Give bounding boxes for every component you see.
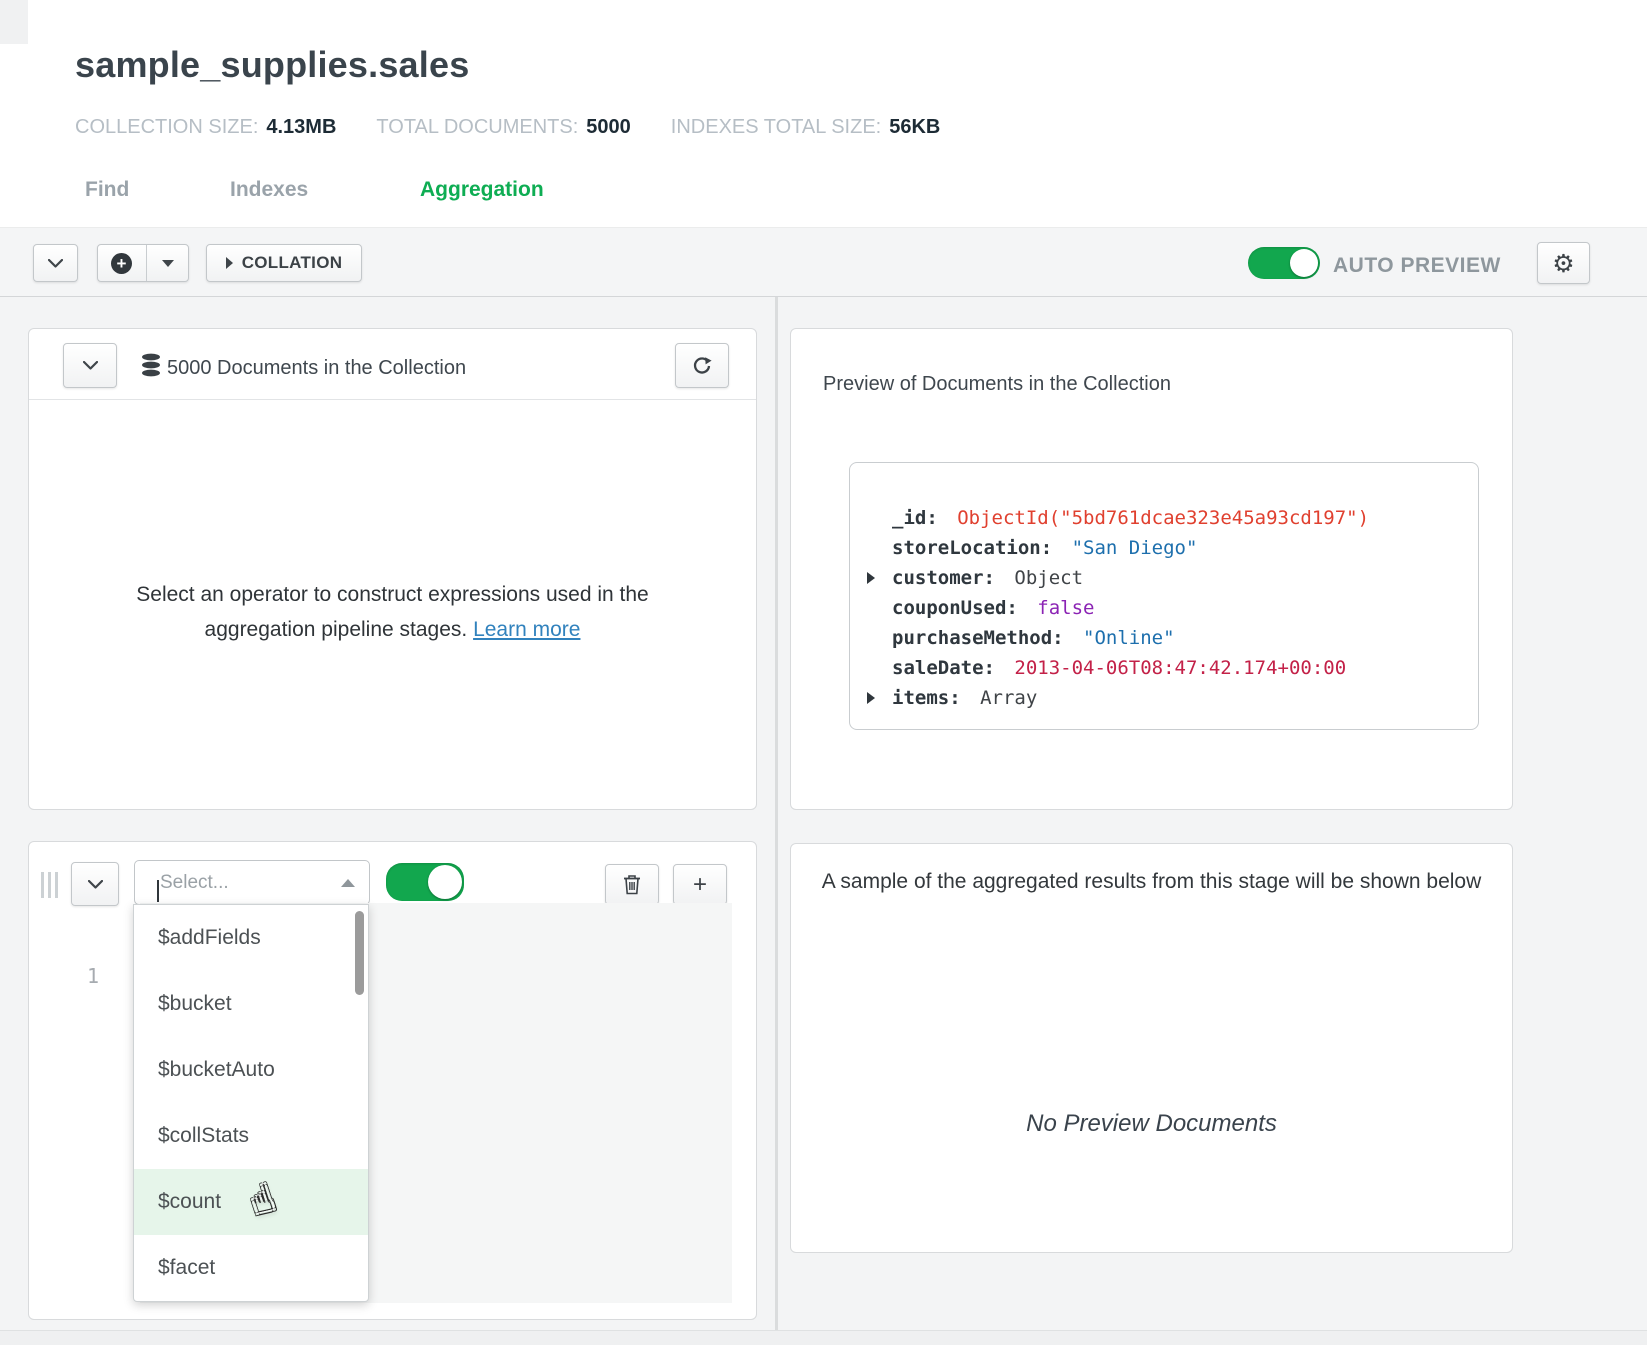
add-stage-split-button: + (97, 244, 189, 282)
document-field-row: items: Array (850, 683, 1478, 713)
helper-line2: aggregation pipeline stages. (205, 618, 468, 641)
dropdown-scrollbar[interactable] (355, 911, 364, 995)
add-stage-menu-button[interactable] (146, 245, 189, 281)
field-value: Object (1014, 567, 1083, 589)
field-key: _id: (892, 507, 938, 529)
field-key: storeLocation: (892, 537, 1052, 559)
stage-enabled-toggle[interactable] (386, 863, 464, 901)
operator-option[interactable]: $facet (134, 1235, 368, 1301)
operator-options: $addFields $bucket $bucketAuto $collStat… (134, 905, 368, 1301)
stage-preview-message: A sample of the aggregated results from … (791, 870, 1512, 894)
preview-documents-panel: Preview of Documents in the Collection _… (790, 328, 1513, 810)
field-key: customer: (892, 567, 995, 589)
helper-line1: Select an operator to construct expressi… (136, 583, 648, 606)
preview-panel-title: Preview of Documents in the Collection (823, 373, 1171, 396)
stat-indexes-size: INDEXES TOTAL SIZE: 56KB (671, 116, 941, 139)
field-value: ObjectId("5bd761dcae323e45a93cd197") (957, 507, 1369, 529)
field-key: couponUsed: (892, 597, 1018, 619)
refresh-icon (692, 356, 712, 376)
stage-preview-panel: A sample of the aggregated results from … (790, 843, 1513, 1253)
caret-down-icon (162, 260, 174, 267)
operator-option[interactable]: $bucketAuto (134, 1037, 368, 1103)
plus-circle-icon: + (111, 253, 132, 274)
field-value: "San Diego" (1072, 537, 1198, 559)
field-value: 2013-04-06T08:47:42.174+00:00 (1014, 657, 1346, 679)
tab-find[interactable]: Find (85, 178, 230, 202)
stat-collection-size: COLLECTION SIZE: 4.13MB (75, 116, 336, 139)
document-field-row: saleDate: 2013-04-06T08:47:42.174+00:00 (850, 653, 1478, 683)
source-card-header: 5000 Documents in the Collection (29, 329, 756, 400)
operator-dropdown-list: $addFields $bucket $bucketAuto $collStat… (133, 904, 369, 1302)
text-cursor (157, 880, 159, 902)
select-placeholder: Select... (160, 872, 341, 894)
document-field-row: _id: ObjectId("5bd761dcae323e45a93cd197"… (850, 503, 1478, 533)
chevron-down-icon (88, 880, 103, 889)
stat-total-documents: TOTAL DOCUMENTS: 5000 (376, 116, 630, 139)
refresh-button[interactable] (675, 343, 729, 388)
auto-preview-toggle[interactable] (1248, 247, 1320, 279)
settings-button[interactable]: ⚙ (1537, 242, 1590, 284)
trash-icon (623, 874, 641, 895)
expand-arrow-icon[interactable] (867, 692, 875, 704)
tab-aggregation[interactable]: Aggregation (420, 178, 544, 202)
database-icon (141, 353, 161, 377)
operator-helper-message: Select an operator to construct expressi… (29, 577, 756, 647)
no-preview-label: No Preview Documents (791, 1110, 1512, 1138)
footer-strip (0, 1330, 1647, 1345)
gear-icon: ⚙ (1552, 249, 1574, 278)
operator-option[interactable]: $addFields (134, 905, 368, 971)
document-field-list: _id: ObjectId("5bd761dcae323e45a93cd197"… (850, 503, 1478, 713)
stat-value: 4.13MB (266, 116, 336, 139)
panel-resize-divider[interactable] (775, 297, 778, 1344)
page-title: sample_supplies.sales (75, 44, 469, 86)
learn-more-link[interactable]: Learn more (473, 618, 580, 641)
add-stage-button[interactable]: + (98, 245, 146, 281)
field-key: saleDate: (892, 657, 995, 679)
operator-option[interactable]: $collStats (134, 1103, 368, 1169)
field-value: false (1037, 597, 1094, 619)
collation-label: COLLATION (242, 253, 343, 273)
add-stage-after-button[interactable]: + (673, 864, 727, 905)
collection-stats: COLLECTION SIZE: 4.13MB TOTAL DOCUMENTS:… (75, 116, 940, 139)
stat-label: COLLECTION SIZE: (75, 116, 258, 139)
auto-preview-label: AUTO PREVIEW (1333, 254, 1501, 278)
toggle-knob (1290, 249, 1318, 277)
stage-collapse-button[interactable] (71, 862, 119, 906)
collection-tabs: Find Indexes Aggregation (85, 178, 544, 202)
document-field-row: couponUsed: false (850, 593, 1478, 623)
pipeline-workspace: 5000 Documents in the Collection Select … (0, 297, 1647, 1344)
document-field-row: purchaseMethod: "Online" (850, 623, 1478, 653)
field-value: "Online" (1083, 627, 1175, 649)
aggregation-toolbar: + COLLATION AUTO PREVIEW ⚙ (0, 227, 1647, 297)
stat-label: TOTAL DOCUMENTS: (376, 116, 578, 139)
expand-arrow-icon[interactable] (867, 572, 875, 584)
field-key: purchaseMethod: (892, 627, 1064, 649)
field-key: items: (892, 687, 961, 709)
editor-line-number: 1 (69, 964, 99, 988)
disclosure-right-icon (226, 257, 233, 269)
collation-button[interactable]: COLLATION (206, 244, 362, 282)
stat-label: INDEXES TOTAL SIZE: (671, 116, 881, 139)
toggle-knob (428, 865, 462, 899)
tab-indexes[interactable]: Indexes (230, 178, 420, 202)
plus-icon: + (693, 871, 707, 899)
source-collapse-button[interactable] (63, 343, 117, 388)
field-value: Array (980, 687, 1037, 709)
document-preview-card: _id: ObjectId("5bd761dcae323e45a93cd197"… (849, 462, 1479, 730)
document-field-row: storeLocation: "San Diego" (850, 533, 1478, 563)
operator-option[interactable]: $bucket (134, 971, 368, 1037)
stat-value: 5000 (586, 116, 631, 139)
caret-up-icon (341, 879, 355, 887)
collapse-all-button[interactable] (33, 244, 78, 282)
stage-drag-handle-icon[interactable] (41, 872, 58, 898)
document-field-row: customer: Object (850, 563, 1478, 593)
window-corner (0, 0, 28, 44)
source-documents-card: 5000 Documents in the Collection Select … (28, 328, 757, 810)
source-card-title: 5000 Documents in the Collection (167, 357, 466, 380)
chevron-down-icon (83, 361, 98, 370)
stage-operator-select[interactable]: Select... (134, 860, 370, 905)
chevron-down-icon (48, 259, 63, 268)
stat-value: 56KB (889, 116, 940, 139)
delete-stage-button[interactable] (605, 864, 659, 905)
